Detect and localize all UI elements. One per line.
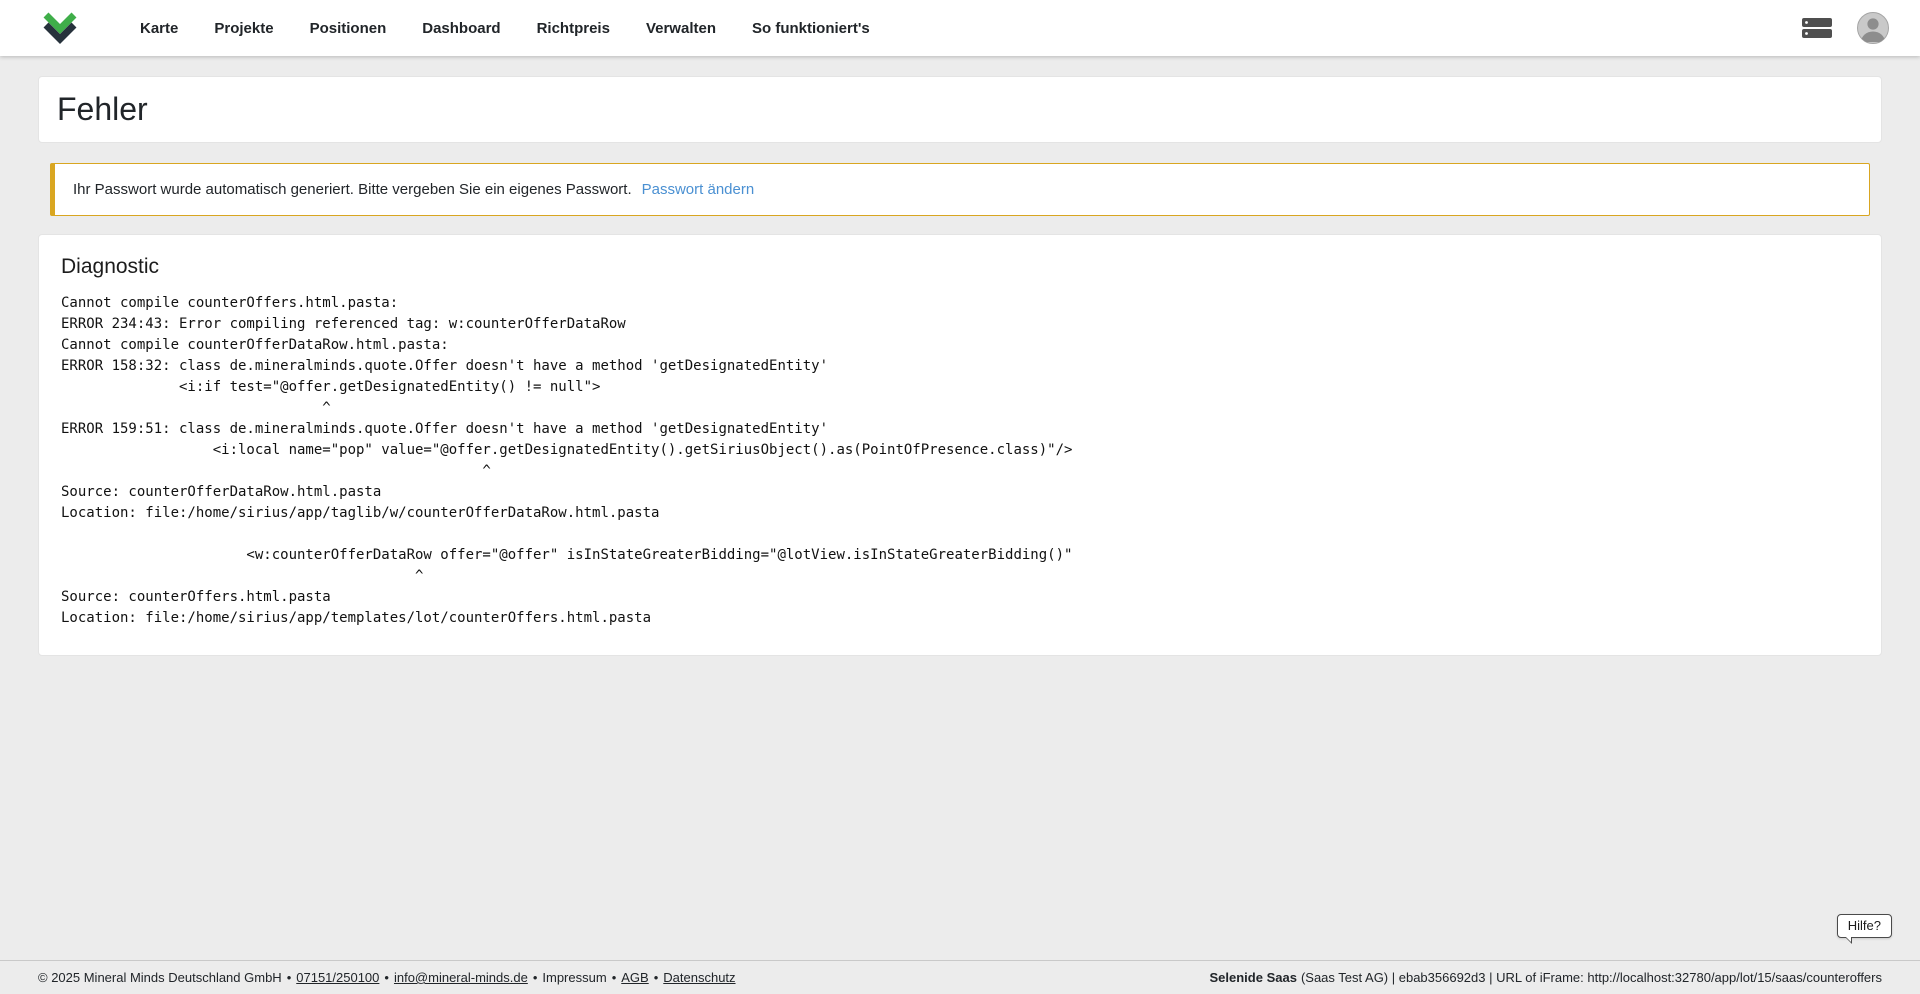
separator-dot: • (287, 970, 292, 985)
separator-dot: • (612, 970, 617, 985)
change-password-link[interactable]: Passwort ändern (642, 181, 755, 198)
mineral-minds-logo[interactable] (40, 6, 80, 51)
main-nav: Karte Projekte Positionen Dashboard Rich… (140, 20, 870, 37)
session-meta: (Saas Test AG) | ebab356692d3 | URL of i… (1301, 970, 1882, 985)
logo-icon (40, 6, 80, 51)
separator-dot: • (654, 970, 659, 985)
privacy-link[interactable]: Datenschutz (663, 970, 735, 985)
nav-item-projekte[interactable]: Projekte (214, 20, 273, 37)
nav-item-verwalten[interactable]: Verwalten (646, 20, 716, 37)
email-link[interactable]: info@mineral-minds.de (394, 970, 528, 985)
footer-legal: © 2025 Mineral Minds Deutschland GmbH • … (38, 970, 736, 985)
diagnostic-panel: Diagnostic Cannot compile counterOffers.… (38, 234, 1882, 656)
nav-item-richtpreis[interactable]: Richtpreis (537, 20, 610, 37)
diagnostic-log: Cannot compile counterOffers.html.pasta:… (61, 293, 1859, 629)
separator-dot: • (533, 970, 538, 985)
footer-session-info: Selenide Saas (Saas Test AG) | ebab35669… (1210, 970, 1883, 985)
user-avatar-icon[interactable] (1856, 11, 1890, 45)
nav-item-dashboard[interactable]: Dashboard (422, 20, 500, 37)
page-header-card: Fehler (38, 76, 1882, 143)
separator-dot: • (384, 970, 389, 985)
terms-link[interactable]: AGB (621, 970, 648, 985)
server-icon[interactable] (1802, 18, 1832, 38)
nav-right-actions (1802, 11, 1890, 45)
main-content: Fehler Ihr Passwort wurde automatisch ge… (0, 56, 1920, 960)
diagnostic-title: Diagnostic (61, 255, 1859, 279)
footer: © 2025 Mineral Minds Deutschland GmbH • … (0, 960, 1920, 994)
password-warning-banner: Ihr Passwort wurde automatisch generiert… (50, 163, 1870, 216)
copyright-text: © 2025 Mineral Minds Deutschland GmbH (38, 970, 282, 985)
imprint-link[interactable]: Impressum (542, 970, 606, 985)
nav-item-so-funktionierts[interactable]: So funktioniert's (752, 20, 870, 37)
session-user-name: Selenide Saas (1210, 970, 1297, 985)
warning-message: Ihr Passwort wurde automatisch generiert… (73, 181, 632, 198)
page-title: Fehler (57, 91, 1863, 128)
nav-item-karte[interactable]: Karte (140, 20, 178, 37)
top-navigation: Karte Projekte Positionen Dashboard Rich… (0, 0, 1920, 56)
phone-link[interactable]: 07151/250100 (296, 970, 379, 985)
help-button[interactable]: Hilfe? (1837, 914, 1892, 938)
nav-item-positionen[interactable]: Positionen (310, 20, 387, 37)
